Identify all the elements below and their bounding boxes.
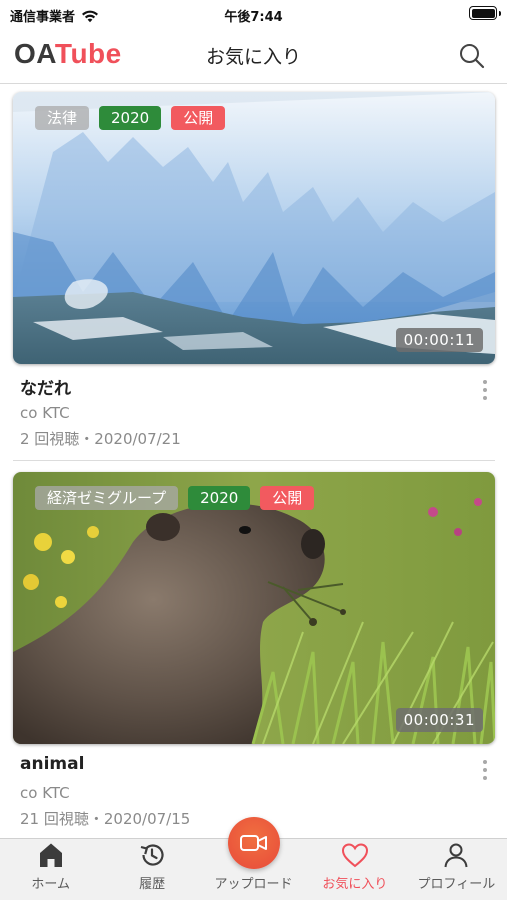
tab-profile[interactable]: プロフィール bbox=[406, 839, 507, 900]
visibility-tag: 公開 bbox=[260, 486, 315, 510]
duration-badge: 00:00:11 bbox=[395, 328, 483, 352]
video-title[interactable]: なだれ bbox=[20, 374, 490, 400]
tab-label: ホーム bbox=[31, 877, 71, 892]
glacier-thumbnail-image bbox=[13, 92, 495, 364]
page-title: お気に入り bbox=[205, 46, 301, 68]
video-info: なだれ co KTC 2 回視聴・2020/07/21 bbox=[20, 374, 490, 449]
home-icon bbox=[39, 843, 62, 867]
year-tag: 2020 bbox=[99, 106, 162, 130]
tag-row: 経済ゼミグループ 2020 公開 bbox=[35, 486, 315, 510]
heart-icon bbox=[341, 843, 368, 868]
video-camera-icon bbox=[239, 835, 267, 851]
tab-home[interactable]: ホーム bbox=[0, 839, 101, 900]
clock: 午後7:44 bbox=[224, 10, 283, 25]
tab-history[interactable]: 履歴 bbox=[101, 839, 202, 900]
tab-upload[interactable]: アップロード bbox=[203, 817, 304, 900]
video-channel: co KTC bbox=[20, 404, 70, 422]
tab-label: 履歴 bbox=[139, 877, 166, 892]
marmot-thumbnail-image bbox=[13, 472, 495, 744]
bottom-tab-bar: ホーム 履歴 アップロード お気に入り プロフィール bbox=[0, 817, 507, 900]
search-icon[interactable] bbox=[457, 41, 487, 71]
person-icon bbox=[444, 843, 468, 868]
more-options-icon[interactable] bbox=[477, 758, 493, 782]
status-bar: 通信事業者 午後7:44 bbox=[0, 0, 507, 28]
video-thumbnail[interactable]: 経済ゼミグループ 2020 公開 00:00:31 bbox=[13, 472, 495, 744]
year-tag: 2020 bbox=[188, 486, 251, 510]
history-icon bbox=[140, 844, 164, 866]
category-tag: 法律 bbox=[35, 106, 90, 130]
more-options-icon[interactable] bbox=[477, 378, 493, 402]
visibility-tag: 公開 bbox=[171, 106, 226, 130]
tab-label: お気に入り bbox=[322, 877, 388, 892]
video-thumbnail[interactable]: 法律 2020 公開 00:00:11 bbox=[13, 92, 495, 364]
video-channel: co KTC bbox=[20, 784, 70, 802]
battery-icon bbox=[469, 6, 501, 20]
tag-row: 法律 2020 公開 bbox=[35, 106, 226, 130]
tab-label: プロフィール bbox=[417, 877, 496, 892]
video-meta: 2 回視聴・2020/07/21 bbox=[20, 430, 181, 448]
tab-label: アップロード bbox=[214, 877, 293, 892]
video-title[interactable]: animal bbox=[20, 754, 490, 780]
upload-button[interactable] bbox=[227, 817, 280, 869]
divider bbox=[13, 460, 495, 461]
app-header: OATube お気に入り bbox=[0, 30, 507, 84]
tab-favorites[interactable]: お気に入り bbox=[304, 839, 405, 900]
category-tag: 経済ゼミグループ bbox=[35, 486, 179, 510]
duration-badge: 00:00:31 bbox=[395, 708, 483, 732]
